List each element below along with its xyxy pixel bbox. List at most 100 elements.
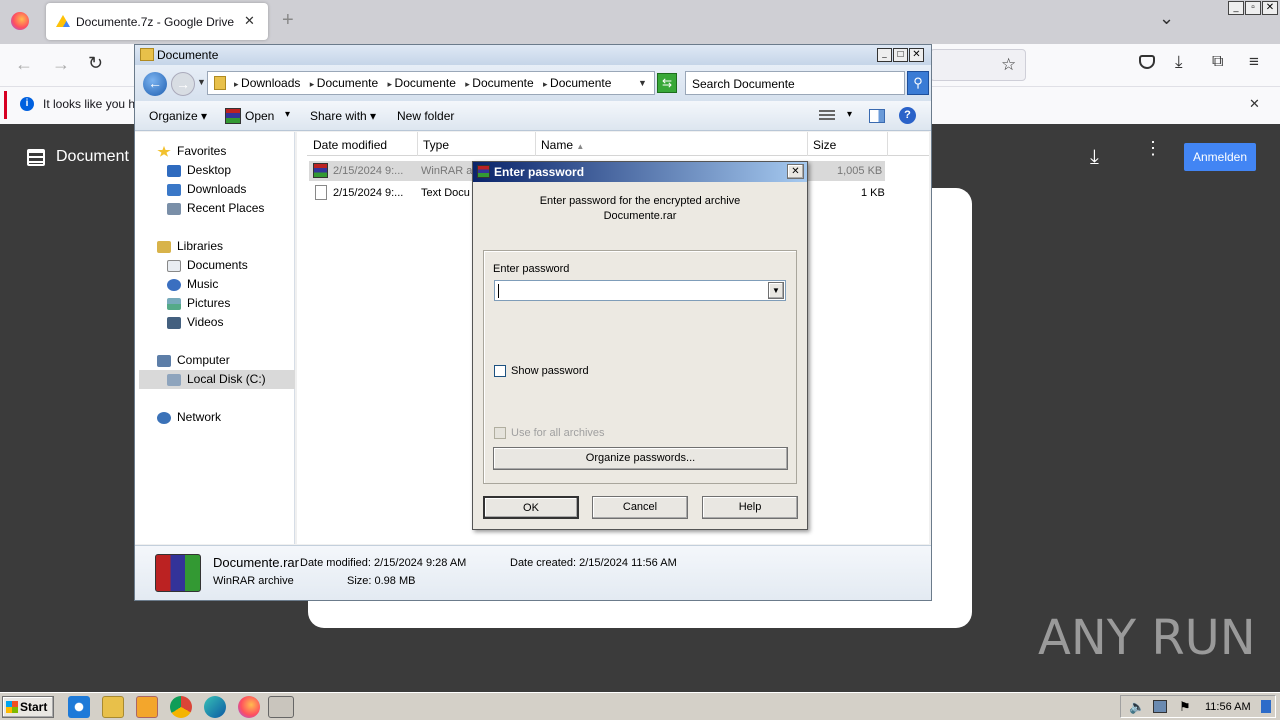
help-button[interactable]: Help <box>702 496 798 519</box>
breadcrumb-item[interactable]: Documente <box>543 76 611 90</box>
network-tray-icon[interactable] <box>1153 700 1167 713</box>
back-arrow-icon[interactable]: ← <box>15 54 33 75</box>
tree-network[interactable]: Network <box>157 408 221 427</box>
breadcrumb-item[interactable]: Documente <box>388 76 456 90</box>
show-desktop-icon[interactable] <box>1261 700 1271 713</box>
password-input[interactable] <box>498 284 499 298</box>
close-button[interactable]: ✕ <box>909 48 924 62</box>
explorer-icon[interactable] <box>102 696 124 718</box>
more-vert-icon[interactable]: ⋮ <box>1144 139 1162 157</box>
search-input[interactable]: Search Documente <box>692 77 795 91</box>
reload-icon[interactable]: ↻ <box>88 53 103 74</box>
breadcrumb-item[interactable]: Documente <box>310 76 378 90</box>
address-dropdown-icon[interactable]: ▼ <box>638 78 647 88</box>
winrar-taskbar-icon[interactable] <box>268 696 294 718</box>
share-with-label: Share with <box>310 109 367 123</box>
help-icon[interactable]: ? <box>899 107 916 124</box>
refresh-icon[interactable]: ⇆ <box>657 73 677 93</box>
tree-documents[interactable]: Documents <box>167 256 248 275</box>
new-tab-button[interactable]: + <box>282 9 294 32</box>
column-name-label: Name <box>541 138 574 152</box>
download-icon[interactable]: ⤓ <box>1175 52 1183 72</box>
show-password-checkbox[interactable] <box>494 365 506 377</box>
preview-pane-icon[interactable] <box>869 109 885 123</box>
tree-local-disk[interactable]: Local Disk (C:) <box>167 370 266 389</box>
tree-libraries[interactable]: Libraries <box>157 237 223 256</box>
column-type[interactable]: Type <box>423 138 449 152</box>
tree-favorites[interactable]: Favorites <box>157 142 226 161</box>
password-dropdown-icon[interactable]: ▼ <box>768 282 784 299</box>
google-drive-icon <box>56 15 70 27</box>
minimize-button[interactable]: _ <box>877 48 892 62</box>
close-button[interactable]: ✕ <box>1262 1 1278 15</box>
firefox-taskbar-icon[interactable] <box>238 696 260 718</box>
tab-list-chevron-icon[interactable]: ⌄ <box>1159 8 1174 29</box>
windows-logo-icon <box>6 701 18 713</box>
search-box[interactable]: Search Documente <box>685 71 905 95</box>
dialog-title-bar[interactable]: Enter password ✕ <box>473 162 807 182</box>
password-combobox[interactable]: ▼ <box>494 280 786 301</box>
new-folder-button[interactable]: New folder <box>397 109 454 123</box>
dialog-close-button[interactable]: ✕ <box>787 164 804 179</box>
breadcrumb-item[interactable]: Documente <box>465 76 533 90</box>
firefox-logo-icon[interactable] <box>11 12 29 30</box>
browser-tab-active[interactable]: Documente.7z - Google Drive ✕ <box>46 3 268 40</box>
history-chevron-icon[interactable]: ▼ <box>197 77 206 87</box>
back-button-icon[interactable]: ← <box>143 72 167 96</box>
ie-icon[interactable] <box>68 696 90 718</box>
chrome-icon[interactable] <box>170 696 192 718</box>
tree-computer[interactable]: Computer <box>157 351 230 370</box>
extensions-icon[interactable]: ⧉ <box>1212 53 1223 71</box>
tree-desktop[interactable]: Desktop <box>167 161 231 180</box>
start-button[interactable]: Start <box>2 696 54 718</box>
clock[interactable]: 11:56 AM <box>1205 701 1251 713</box>
drive-download-icon[interactable]: ⤓ <box>1090 146 1099 169</box>
open-button[interactable]: Open <box>245 109 274 123</box>
view-dropdown-icon[interactable]: ▾ <box>847 109 852 120</box>
winrar-small-icon <box>225 108 241 124</box>
sort-ascending-icon: ▲ <box>576 142 585 151</box>
open-dropdown-icon[interactable]: ▾ <box>285 109 290 120</box>
cancel-button[interactable]: Cancel <box>592 496 688 519</box>
forward-arrow-icon[interactable]: → <box>52 54 70 75</box>
share-with-button[interactable]: Share with ▾ <box>310 109 376 123</box>
maximize-button[interactable]: □ <box>893 48 908 62</box>
media-player-icon[interactable] <box>136 696 158 718</box>
open-label: Open <box>245 109 275 123</box>
breadcrumb-item[interactable]: Downloads <box>234 76 300 90</box>
tree-videos[interactable]: Videos <box>167 313 223 332</box>
ok-button[interactable]: OK <box>483 496 579 519</box>
bookmark-star-icon[interactable]: ☆ <box>1001 55 1016 75</box>
tab-close-icon[interactable]: ✕ <box>244 13 255 29</box>
signin-button[interactable]: Anmelden <box>1184 143 1256 171</box>
tree-music[interactable]: Music <box>167 275 218 294</box>
menu-hamburger-icon[interactable]: ≡ <box>1249 52 1259 72</box>
tree-recent-places[interactable]: Recent Places <box>167 199 264 218</box>
edge-icon[interactable] <box>204 696 226 718</box>
dialog-message-line2: Documente.rar <box>603 210 677 222</box>
breadcrumb-folder-icon <box>214 76 226 90</box>
organize-button[interactable]: Organize ▾ <box>149 109 207 123</box>
url-bar[interactable]: ☆ <box>930 49 1026 81</box>
column-size[interactable]: Size <box>813 138 836 152</box>
column-date-modified[interactable]: Date modified <box>313 138 413 152</box>
tree-downloads[interactable]: Downloads <box>167 180 246 199</box>
view-options-icon[interactable] <box>819 110 835 122</box>
organize-passwords-button[interactable]: Organize passwords... <box>493 447 788 470</box>
info-close-icon[interactable]: ✕ <box>1249 96 1260 112</box>
flag-icon[interactable]: ⚑ <box>1179 699 1191 715</box>
minimize-button[interactable]: _ <box>1228 1 1244 15</box>
forward-button-icon[interactable]: → <box>171 72 195 96</box>
column-name[interactable]: Name ▲ <box>541 138 584 152</box>
breadcrumb-bar[interactable]: Downloads Documente Documente Documente … <box>207 71 655 95</box>
file-size: 1,005 KB <box>837 165 883 177</box>
watermark-text: ANY RUN <box>1038 610 1256 666</box>
videos-icon <box>167 316 181 329</box>
restore-button[interactable]: ▫ <box>1245 1 1261 15</box>
tree-pictures[interactable]: Pictures <box>167 294 230 313</box>
network-icon <box>157 411 171 424</box>
explorer-title-bar[interactable]: Documente _ □ ✕ <box>135 45 931 65</box>
search-icon[interactable]: ⚲ <box>907 71 929 95</box>
volume-icon[interactable]: 🔈 <box>1129 699 1145 715</box>
pocket-icon[interactable] <box>1139 55 1155 69</box>
